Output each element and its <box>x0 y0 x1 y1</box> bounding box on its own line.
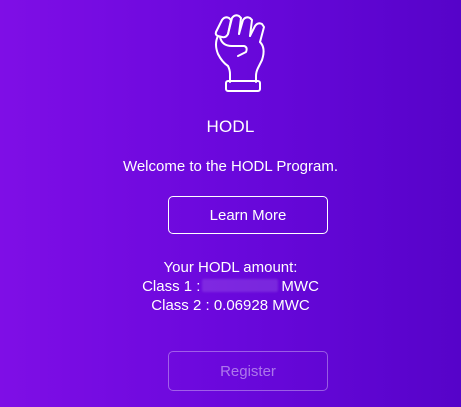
register-button[interactable]: Register <box>168 351 328 391</box>
hodl-panel: HODL Welcome to the HODL Program. Learn … <box>0 0 461 407</box>
class1-value-redacted <box>202 279 279 292</box>
page-title: HODL <box>206 117 255 136</box>
learn-more-button[interactable]: Learn More <box>168 196 328 234</box>
class2-row: Class 2 : 0.06928 MWC <box>151 297 310 314</box>
hodl-amount-heading: Your HODL amount: <box>163 259 298 276</box>
class1-row: Class 1 : MWC <box>0 277 461 296</box>
hodl-amount-section: Your HODL amount: Class 1 : MWC Class 2 :… <box>0 258 461 315</box>
class1-unit: MWC <box>281 278 319 295</box>
welcome-text: Welcome to the HODL Program. <box>122 158 339 175</box>
class1-label: Class 1 : <box>142 278 201 295</box>
raised-fist-icon <box>210 12 276 94</box>
